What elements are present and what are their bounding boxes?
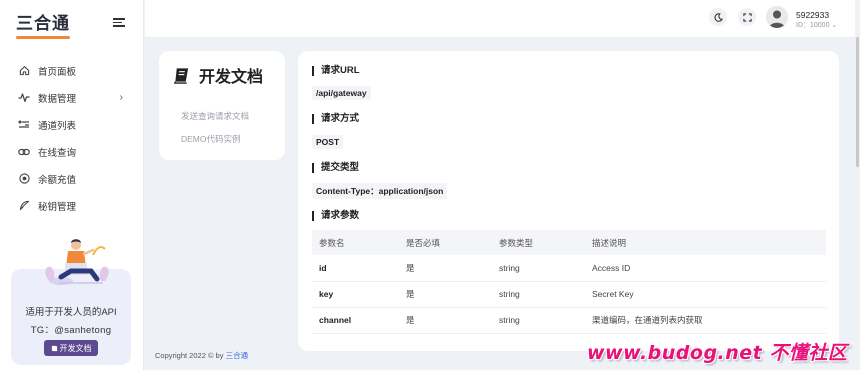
watermark: www.budog.net 不懂社区 xyxy=(587,342,848,364)
target-icon xyxy=(18,173,30,185)
param-required: 是 xyxy=(399,281,492,308)
column-header: 描述说明 xyxy=(585,230,826,255)
sidebar-item-label: 余额充值 xyxy=(38,174,77,186)
book-icon xyxy=(51,345,57,351)
column-header: 是否必填 xyxy=(399,230,492,255)
doc-title-text: 开发文档 xyxy=(199,69,264,86)
copyright-text: Copyright 2022 © by xyxy=(155,351,224,360)
dev-docs-button[interactable]: 开发文档 xyxy=(44,340,98,356)
sidebar-item-recharge[interactable]: 余额充值 xyxy=(0,165,143,192)
sidebar-item-data-management[interactable]: 数据管理 › xyxy=(0,84,143,111)
user-name[interactable]: 5922933 xyxy=(796,10,829,20)
column-header: 参数名 xyxy=(312,230,399,255)
developer-illustration xyxy=(45,239,109,285)
sidebar-item-channels[interactable]: 通道列表 xyxy=(0,111,143,138)
footer-brand-link[interactable]: 三合通 xyxy=(226,351,249,360)
request-params-heading: 请求参数 xyxy=(312,211,359,221)
sidebar-item-label: 在线查询 xyxy=(38,147,77,159)
moon-icon[interactable] xyxy=(709,8,727,26)
param-description: 渠道编码，在通道列表内获取 xyxy=(585,307,826,334)
sidebar-nav: 首页面板 数据管理 › 通道列表 在线查询 余额充值 秘钥管理 xyxy=(0,57,143,219)
doc-link-query-request[interactable]: 发送查询请求文档 xyxy=(181,110,249,122)
request-url-value: /api/gateway xyxy=(312,86,371,100)
api-doc-content: 请求URL /api/gateway 请求方式 POST 提交类型 Conten… xyxy=(298,51,839,351)
avatar[interactable] xyxy=(766,6,788,28)
brand: 三合通 xyxy=(0,0,143,42)
chevron-down-icon: ⌄ xyxy=(831,22,838,29)
param-required: 是 xyxy=(399,255,492,282)
book-icon xyxy=(173,67,189,84)
home-icon xyxy=(18,65,30,77)
fullscreen-icon[interactable] xyxy=(738,8,756,26)
menu-toggle-icon[interactable] xyxy=(113,18,125,27)
param-name: key xyxy=(312,281,399,308)
param-type: string xyxy=(492,281,585,308)
table-row: channel 是 string 渠道编码，在通道列表内获取 xyxy=(312,307,826,334)
sidebar-item-label: 通道列表 xyxy=(38,120,77,132)
doc-nav-card: 开发文档 发送查询请求文档 DEMO代码实例 xyxy=(159,51,285,160)
request-method-value: POST xyxy=(312,135,344,149)
param-name: id xyxy=(312,255,399,282)
dev-docs-button-label: 开发文档 xyxy=(59,343,92,353)
param-description: Secret Key xyxy=(585,281,826,308)
sidebar-item-label: 数据管理 xyxy=(38,93,77,105)
request-url-heading: 请求URL xyxy=(312,66,360,76)
param-required: 是 xyxy=(399,307,492,334)
param-type: string xyxy=(492,255,585,282)
brand-logo[interactable]: 三合通 xyxy=(16,9,70,39)
sidebar-item-label: 首页面板 xyxy=(38,66,77,78)
route-icon xyxy=(18,119,30,131)
param-name: channel xyxy=(312,307,399,334)
params-table: 参数名 是否必填 参数类型 描述说明 id 是 string Access ID… xyxy=(312,230,826,334)
table-row: id 是 string Access ID xyxy=(312,255,826,282)
column-header: 参数类型 xyxy=(492,230,585,255)
key-icon xyxy=(18,200,30,212)
user-id[interactable]: ID：10000 ⌄ xyxy=(796,20,837,30)
table-header-row: 参数名 是否必填 参数类型 描述说明 xyxy=(312,230,826,255)
top-header: 5922933 ID：10000 ⌄ xyxy=(145,0,860,37)
link-icon xyxy=(18,146,30,158)
content-type-value: Content-Type：application/json xyxy=(312,183,448,199)
content-type-heading: 提交类型 xyxy=(312,163,359,173)
page-scrollbar[interactable] xyxy=(855,0,860,370)
doc-title: 开发文档 xyxy=(173,63,263,87)
activity-icon xyxy=(18,92,30,104)
sidebar-item-dashboard[interactable]: 首页面板 xyxy=(0,57,143,84)
promo-telegram: TG：@sanhetong xyxy=(30,325,112,336)
request-method-heading: 请求方式 xyxy=(312,114,359,124)
doc-link-demo-code[interactable]: DEMO代码实例 xyxy=(181,133,241,145)
sidebar-item-keys[interactable]: 秘钥管理 xyxy=(0,192,143,219)
sidebar-item-label: 秘钥管理 xyxy=(38,201,77,213)
table-row: key 是 string Secret Key xyxy=(312,281,826,308)
sidebar-item-online-query[interactable]: 在线查询 xyxy=(0,138,143,165)
param-description: Access ID xyxy=(585,255,826,282)
chevron-right-icon: › xyxy=(119,92,123,103)
promo-title: 适用于开发人员的API xyxy=(25,307,117,318)
api-promo-card: 适用于开发人员的API TG：@sanhetong 开发文档 xyxy=(11,239,131,365)
sidebar: 三合通 首页面板 数据管理 › 通道列表 在线查询 余额充值 秘钥管理 适用于开… xyxy=(0,0,144,370)
footer: Copyright 2022 © by 三合通 xyxy=(155,350,248,361)
param-type: string xyxy=(492,307,585,334)
